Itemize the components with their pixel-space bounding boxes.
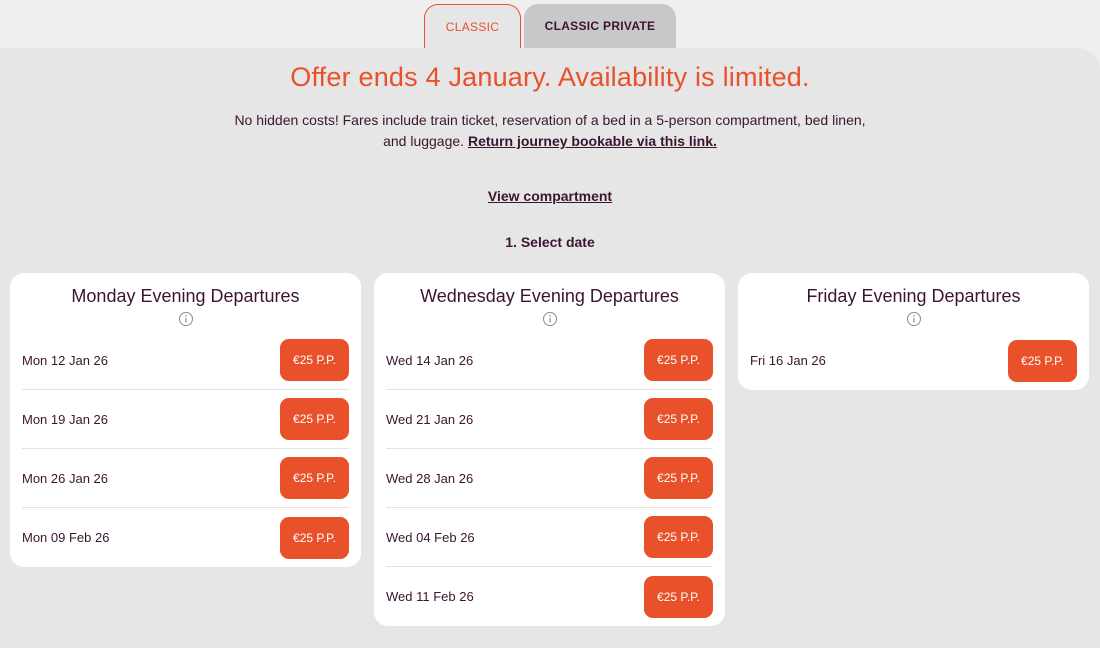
card-title: Wednesday Evening Departures [420,286,679,306]
departure-date: Mon 26 Jan 26 [22,470,109,486]
departure-row: Wed 28 Jan 26 €25 P.P. [386,449,713,508]
departure-row: Wed 14 Jan 26 €25 P.P. [386,331,713,390]
tab-classic-private[interactable]: CLASSIC PRIVATE [524,4,676,48]
departures-card-monday: Monday Evening Departures Mon 12 Jan 26 … [10,273,361,567]
departure-row: Wed 11 Feb 26 €25 P.P. [386,567,713,626]
view-compartment-link[interactable]: View compartment [488,188,612,204]
departure-date: Mon 12 Jan 26 [22,352,109,368]
select-fare-button[interactable]: €25 P.P. [644,516,713,558]
departure-row: Mon 12 Jan 26 €25 P.P. [22,331,349,390]
select-fare-button[interactable]: €25 P.P. [644,398,713,440]
info-icon[interactable] [178,311,194,327]
card-title: Friday Evening Departures [806,286,1021,306]
select-fare-button[interactable]: €25 P.P. [1008,339,1077,382]
select-fare-button[interactable]: €25 P.P. [280,339,349,381]
departure-row: Wed 04 Feb 26 €25 P.P. [386,508,713,567]
departures-card-friday: Friday Evening Departures Fri 16 Jan 26 … [738,273,1089,390]
offer-description: No hidden costs! Fares include train tic… [230,110,870,152]
departure-date: Wed 21 Jan 26 [386,411,474,427]
departures-card-wednesday: Wednesday Evening Departures Wed 14 Jan … [374,273,725,626]
card-title: Monday Evening Departures [71,286,300,306]
select-fare-button[interactable]: €25 P.P. [280,457,349,499]
departure-row: Mon 26 Jan 26 €25 P.P. [22,449,349,508]
tab-classic[interactable]: CLASSIC [424,4,521,48]
departure-date: Wed 14 Jan 26 [386,352,474,368]
select-date-heading: 1. Select date [505,234,595,250]
info-icon[interactable] [542,311,558,327]
return-journey-link[interactable]: Return journey bookable via this link. [468,133,717,149]
select-fare-button[interactable]: €25 P.P. [280,516,349,559]
fare-tabs: CLASSIC CLASSIC PRIVATE [424,4,676,50]
departure-row: Mon 19 Jan 26 €25 P.P. [22,390,349,449]
info-icon[interactable] [906,311,922,327]
departure-row: Mon 09 Feb 26 €25 P.P. [22,508,349,567]
select-fare-button[interactable]: €25 P.P. [644,457,713,499]
select-fare-button[interactable]: €25 P.P. [280,398,349,440]
offer-headline: Offer ends 4 January. Availability is li… [290,62,810,92]
departure-row: Wed 21 Jan 26 €25 P.P. [386,390,713,449]
departure-date: Fri 16 Jan 26 [750,353,826,368]
departure-date: Wed 04 Feb 26 [386,529,475,545]
view-compartment-wrapper: View compartment [0,188,1100,204]
departure-row: Fri 16 Jan 26 €25 P.P. [750,331,1077,390]
departure-date: Wed 11 Feb 26 [386,589,474,604]
departure-date: Mon 19 Jan 26 [22,411,109,427]
departure-date: Mon 09 Feb 26 [22,530,110,545]
departure-date: Wed 28 Jan 26 [386,470,474,486]
select-fare-button[interactable]: €25 P.P. [644,339,713,381]
select-fare-button[interactable]: €25 P.P. [644,575,713,618]
